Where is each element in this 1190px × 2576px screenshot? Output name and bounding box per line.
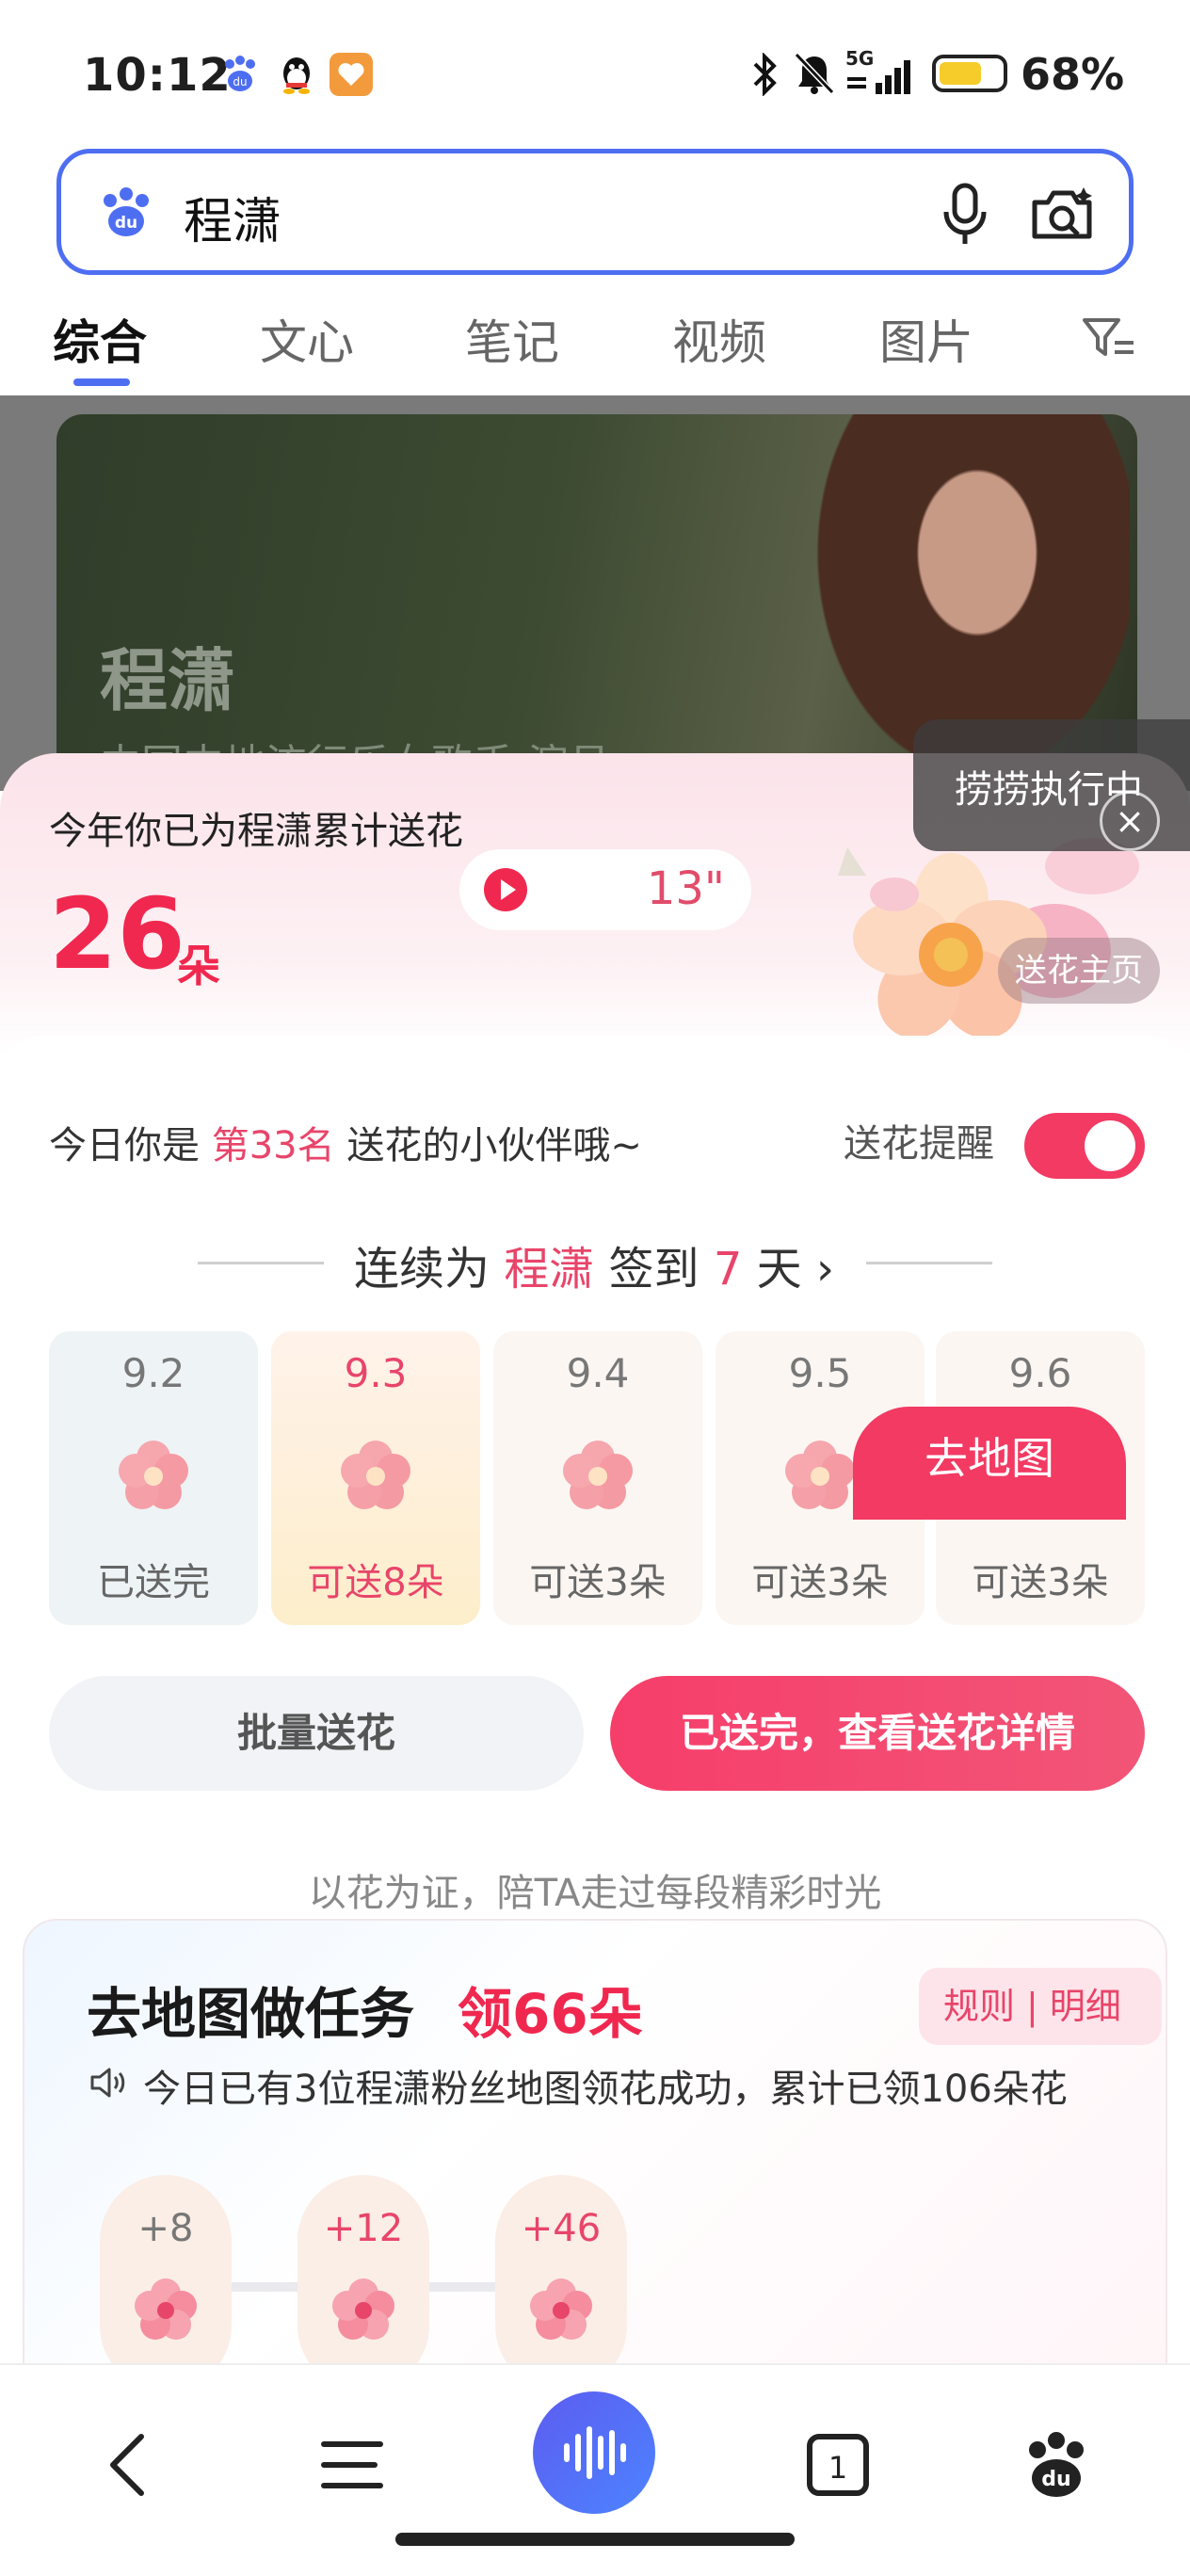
qq-notification-icon xyxy=(275,53,318,96)
home-indicator[interactable] xyxy=(395,2533,795,2546)
map-node: +8 xyxy=(100,2175,232,2391)
task-running-chip[interactable]: 捞捞执行中 × xyxy=(913,719,1190,851)
node-value: +8 xyxy=(137,2207,194,2250)
play-icon[interactable] xyxy=(484,868,527,911)
divider xyxy=(198,1262,324,1264)
rank-value: 第33名 xyxy=(211,1124,335,1167)
day-status: 可送3朵 xyxy=(529,1561,667,1604)
hero-name: 程潇 xyxy=(100,641,236,720)
flower-home-button[interactable]: 送花主页 xyxy=(998,938,1160,1004)
signal-icon: 5G xyxy=(845,47,921,98)
batch-send-button[interactable]: 批量送花 xyxy=(49,1676,584,1791)
speaker-icon xyxy=(90,2068,125,2098)
node-value: +12 xyxy=(323,2207,404,2250)
status-time: 10:12 xyxy=(83,49,232,102)
rules-details-links: 规则 | 明细 xyxy=(919,1968,1162,2045)
filter-icon[interactable] xyxy=(1081,314,1137,365)
battery-level: 68% xyxy=(1021,49,1125,100)
baidu-icon[interactable]: du xyxy=(1009,2418,1103,2512)
total-flowers-label: 今年你已为程潇累计送花 xyxy=(49,810,463,853)
reminder-label: 送花提醒 xyxy=(844,1122,994,1166)
day-date: 9.2 xyxy=(121,1350,185,1396)
tab-video[interactable]: 视频 xyxy=(672,305,766,373)
close-icon[interactable]: × xyxy=(1100,791,1160,851)
menu-icon[interactable] xyxy=(305,2418,399,2512)
map-task-reward: 领66朵 xyxy=(458,1982,643,2046)
streak-days: 7 xyxy=(713,1243,743,1296)
audio-duration: 13" xyxy=(646,862,725,915)
go-map-button[interactable]: 去地图 xyxy=(853,1407,1126,1520)
baidu-logo-icon: du xyxy=(97,184,155,242)
day-card[interactable]: 9.4 可送3朵 xyxy=(493,1331,702,1625)
rank-text: 今日你是 第33名 送花的小伙伴哦~ xyxy=(49,1115,642,1169)
day-status: 可送8朵 xyxy=(307,1561,444,1604)
rank-prefix: 今日你是 xyxy=(49,1124,212,1167)
tagline: 以花为证，陪TA走过每段精彩时光 xyxy=(308,1872,882,1915)
day-status: 可送3朵 xyxy=(972,1561,1109,1604)
day-card[interactable]: 9.2 已送完 xyxy=(49,1331,258,1625)
microphone-icon[interactable] xyxy=(937,180,993,248)
rules-link[interactable]: 规则 xyxy=(943,1986,1015,2027)
audio-player[interactable]: 13" xyxy=(459,849,751,930)
app-notification-icon xyxy=(330,53,373,96)
battery-icon xyxy=(932,55,1007,92)
svg-text:du: du xyxy=(1041,2468,1070,2491)
map-notice: 今日已有3位程潇粉丝地图领花成功，累计已领106朵花 xyxy=(143,2068,1068,2111)
active-tab-indicator xyxy=(73,378,130,386)
divider xyxy=(866,1262,992,1264)
svg-text:du: du xyxy=(115,214,137,233)
voice-icon[interactable] xyxy=(533,2391,655,2514)
search-input[interactable]: 程潇 xyxy=(184,182,281,252)
bluetooth-icon xyxy=(749,52,781,100)
flower-icon xyxy=(341,1441,410,1509)
status-bar: 10:12 du 5G 68% xyxy=(0,0,1190,141)
back-icon[interactable] xyxy=(85,2418,179,2512)
flower-icon xyxy=(135,2278,197,2340)
details-link[interactable]: 明细 xyxy=(1050,1986,1121,2027)
rank-suffix: 送花的小伙伴哦~ xyxy=(334,1124,642,1167)
tab-zonghe[interactable]: 综合 xyxy=(53,305,147,373)
search-bar[interactable]: du 程潇 xyxy=(56,149,1134,275)
tabs-icon[interactable]: 1 xyxy=(791,2418,885,2512)
map-node: +46 xyxy=(495,2175,627,2391)
day-date: 9.4 xyxy=(566,1350,630,1396)
day-status: 可送3朵 xyxy=(751,1561,889,1604)
streak-link[interactable]: 连续为 程潇 签到 7 天 › xyxy=(354,1232,834,1297)
day-date: 9.5 xyxy=(788,1350,852,1396)
day-date: 9.6 xyxy=(1008,1350,1072,1396)
mute-icon xyxy=(793,51,836,100)
day-date: 9.3 xyxy=(344,1350,408,1396)
flower-icon xyxy=(332,2278,394,2340)
total-flowers-count: 26 xyxy=(49,877,185,991)
baidu-notification-icon: du xyxy=(218,53,262,96)
flower-icon xyxy=(530,2278,592,2340)
node-value: +46 xyxy=(521,2207,602,2250)
tab-wenxin[interactable]: 文心 xyxy=(260,305,354,373)
view-details-button[interactable]: 已送完，查看送花详情 xyxy=(610,1676,1145,1791)
svg-text:1: 1 xyxy=(828,2450,847,2486)
total-flowers-unit: 朵 xyxy=(177,941,220,991)
svg-text:du: du xyxy=(233,75,247,89)
day-status: 已送完 xyxy=(97,1561,210,1604)
map-task-card: 去地图做任务 领66朵 规则 | 明细 今日已有3位程潇粉丝地图领花成功，累计已领1… xyxy=(23,1919,1167,2391)
flower-icon xyxy=(563,1441,633,1509)
day-card[interactable]: 9.3 可送8朵 xyxy=(271,1331,480,1625)
flower-icon xyxy=(785,1441,855,1509)
flower-sheet-body: 今日你是 第33名 送花的小伙伴哦~ 送花提醒 连续为 程潇 签到 7 天 › … xyxy=(0,1036,1190,2391)
map-node: +12 xyxy=(298,2175,429,2391)
tab-images[interactable]: 图片 xyxy=(879,305,973,373)
tab-notes[interactable]: 笔记 xyxy=(465,305,559,373)
map-task-title: 去地图做任务 xyxy=(87,1982,415,2046)
network-label: 5G xyxy=(845,47,875,70)
flower-icon xyxy=(119,1441,188,1509)
reminder-toggle[interactable] xyxy=(1024,1113,1145,1179)
streak-name: 程潇 xyxy=(504,1243,595,1296)
camera-search-icon[interactable] xyxy=(1027,180,1099,248)
search-tabs: 综合 文心 笔记 视频 图片 xyxy=(0,292,1190,395)
